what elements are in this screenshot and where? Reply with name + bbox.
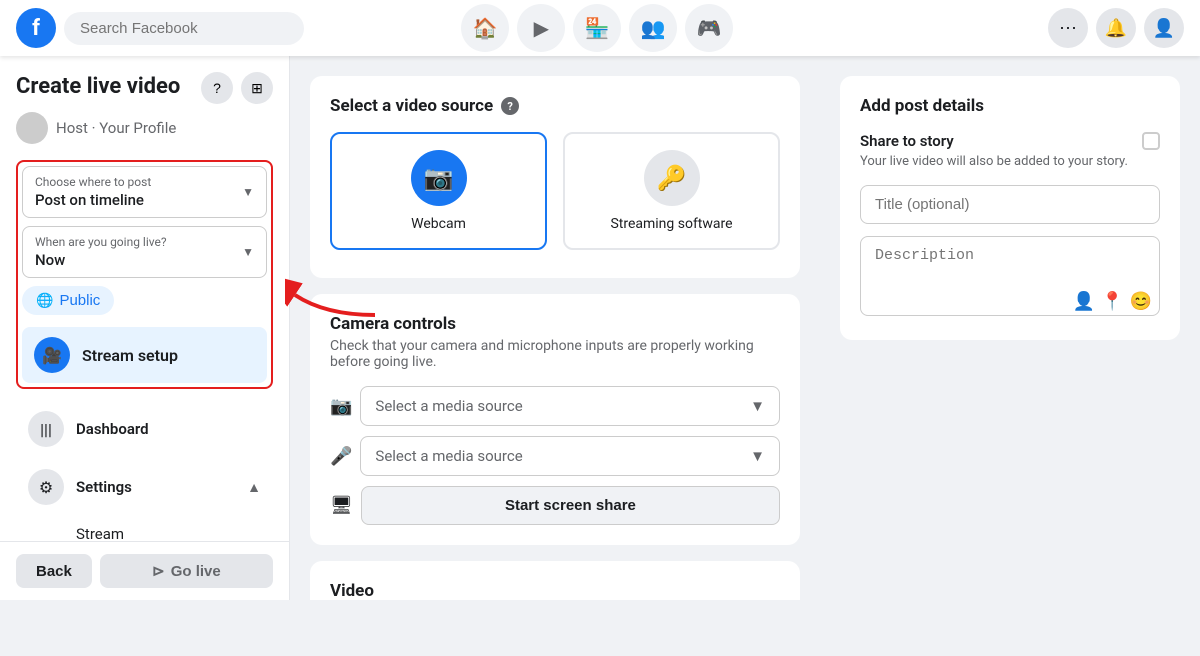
help-button[interactable]: ? xyxy=(201,72,233,104)
search-input[interactable] xyxy=(64,12,304,45)
camera-controls-card: Camera controls Check that your camera a… xyxy=(310,294,800,545)
media-source-row-1: 📷 Select a media source ▼ xyxy=(330,386,780,426)
sidebar-item-settings[interactable]: ⚙ Settings ▲ xyxy=(16,459,273,515)
microphone-icon: 🎤 xyxy=(330,446,352,467)
sidebar-title-icons: ? ⊞ xyxy=(201,72,273,104)
layout-button[interactable]: ⊞ xyxy=(241,72,273,104)
add-post-details-title: Add post details xyxy=(860,96,1160,116)
mic-source-dropdown[interactable]: Select a media source ▼ xyxy=(360,436,780,476)
chevron-up-icon: ▲ xyxy=(247,479,261,496)
go-live-label: Go live xyxy=(171,563,221,580)
camera-source-dropdown[interactable]: Select a media source ▼ xyxy=(360,386,780,426)
share-to-story-title: Share to story xyxy=(860,132,1128,150)
stream-setup-label: Stream setup xyxy=(82,346,178,365)
description-row: 👤 📍 😊 xyxy=(860,236,1160,320)
share-to-story-row: Share to story Your live video will also… xyxy=(860,132,1160,169)
location-icon[interactable]: 📍 xyxy=(1101,291,1123,312)
sidebar-item-dashboard[interactable]: ||| Dashboard xyxy=(16,401,273,457)
sidebar-title: Create live video xyxy=(16,74,180,99)
watch-icon[interactable]: ▶ xyxy=(517,4,565,52)
screen-share-row: 🖥 Start screen share xyxy=(330,486,780,525)
nav-right-actions: ⋯ 🔔 👤 xyxy=(1048,8,1184,48)
media-source-row-2: 🎤 Select a media source ▼ xyxy=(330,436,780,476)
main-layout: Create live video ? ⊞ Host · Your Profil… xyxy=(0,56,1200,600)
where-to-post-dropdown[interactable]: Choose where to post Post on timeline ▼ xyxy=(22,166,267,218)
stream-setup-section: Choose where to post Post on timeline ▼ … xyxy=(16,160,273,389)
where-to-post-value: Post on timeline xyxy=(35,191,254,209)
sidebar-title-row: Create live video ? ⊞ xyxy=(16,72,273,104)
host-avatar xyxy=(16,112,48,144)
go-live-button[interactable]: ⊳ Go live xyxy=(100,554,273,588)
video-source-grid: 📷 Webcam 🔑 Streaming software xyxy=(330,132,780,250)
camera-controls-title: Camera controls xyxy=(330,314,780,334)
video-preview-card: Video HD 📷 Allow access to camera xyxy=(310,561,800,600)
mic-source-placeholder: Select a media source xyxy=(375,447,522,465)
streaming-software-icon: 🔑 xyxy=(644,150,700,206)
streaming-software-label: Streaming software xyxy=(610,216,732,232)
share-to-story-checkbox[interactable] xyxy=(1142,132,1160,150)
dashboard-label: Dashboard xyxy=(76,420,149,438)
globe-icon: 🌐 xyxy=(36,292,53,309)
video-source-info-icon[interactable]: ? xyxy=(501,97,519,115)
chevron-down-icon: ▼ xyxy=(242,185,254,199)
share-to-story-desc: Your live video will also be added to yo… xyxy=(860,154,1128,169)
profile-icon[interactable]: 👤 xyxy=(1144,8,1184,48)
start-screen-share-button[interactable]: Start screen share xyxy=(361,486,780,525)
facebook-logo[interactable]: f xyxy=(16,8,56,48)
settings-gear-icon: ⚙ xyxy=(28,469,64,505)
where-to-post-label: Choose where to post xyxy=(35,175,254,189)
camera-icon: 📷 xyxy=(330,396,352,417)
stream-setup-item[interactable]: 🎥 Stream setup xyxy=(22,327,267,383)
left-sidebar: Create live video ? ⊞ Host · Your Profil… xyxy=(0,56,290,600)
dropdown-arrow-icon-2: ▼ xyxy=(750,447,765,465)
public-badge-label: Public xyxy=(59,292,100,309)
when-going-live-label: When are you going live? xyxy=(35,235,254,249)
back-button[interactable]: Back xyxy=(16,554,92,588)
when-going-live-value: Now xyxy=(35,251,254,269)
add-post-details-card: Add post details Share to story Your liv… xyxy=(840,76,1180,340)
webcam-option[interactable]: 📷 Webcam xyxy=(330,132,547,250)
gaming-icon[interactable]: 🎮 xyxy=(685,4,733,52)
camera-controls-desc: Check that your camera and microphone in… xyxy=(330,338,780,370)
camera-source-placeholder: Select a media source xyxy=(375,397,522,415)
video-source-card: Select a video source ? 📷 Webcam 🔑 Strea… xyxy=(310,76,800,278)
top-navigation: f 🏠 ▶ 🏪 👥 🎮 ⋯ 🔔 👤 xyxy=(0,0,1200,56)
settings-label: Settings xyxy=(76,478,132,496)
home-icon[interactable]: 🏠 xyxy=(461,4,509,52)
nav-center-icons: 🏠 ▶ 🏪 👥 🎮 xyxy=(461,4,733,52)
groups-icon[interactable]: 👥 xyxy=(629,4,677,52)
main-content: Select a video source ? 📷 Webcam 🔑 Strea… xyxy=(290,56,820,600)
share-story-text: Share to story Your live video will also… xyxy=(860,132,1128,169)
video-source-title: Select a video source ? xyxy=(330,96,780,116)
dashboard-icon: ||| xyxy=(28,411,64,447)
webcam-icon: 📷 xyxy=(411,150,467,206)
tag-people-icon[interactable]: 👤 xyxy=(1073,291,1095,312)
right-panel: Add post details Share to story Your liv… xyxy=(820,56,1200,600)
grid-menu-icon[interactable]: ⋯ xyxy=(1048,8,1088,48)
stream-setup-camera-icon: 🎥 xyxy=(34,337,70,373)
video-section-title: Video xyxy=(330,581,780,600)
screen-share-icon: 🖥 xyxy=(330,495,353,516)
bottom-buttons: Back ⊳ Go live xyxy=(0,541,289,600)
public-badge-button[interactable]: 🌐 Public xyxy=(22,286,114,315)
webcam-label: Webcam xyxy=(411,216,466,232)
host-label: Host · Your Profile xyxy=(56,119,176,137)
dropdown-arrow-icon: ▼ xyxy=(750,397,765,415)
host-row: Host · Your Profile xyxy=(16,112,273,144)
go-live-icon: ⊳ xyxy=(152,562,165,580)
notifications-icon[interactable]: 🔔 xyxy=(1096,8,1136,48)
when-going-live-dropdown[interactable]: When are you going live? Now ▼ xyxy=(22,226,267,278)
emoji-icon[interactable]: 😊 xyxy=(1130,291,1152,312)
post-title-input[interactable] xyxy=(860,185,1160,224)
chevron-down-icon-2: ▼ xyxy=(242,245,254,259)
description-icons: 👤 📍 😊 xyxy=(1073,291,1152,312)
marketplace-icon[interactable]: 🏪 xyxy=(573,4,621,52)
streaming-software-option[interactable]: 🔑 Streaming software xyxy=(563,132,780,250)
